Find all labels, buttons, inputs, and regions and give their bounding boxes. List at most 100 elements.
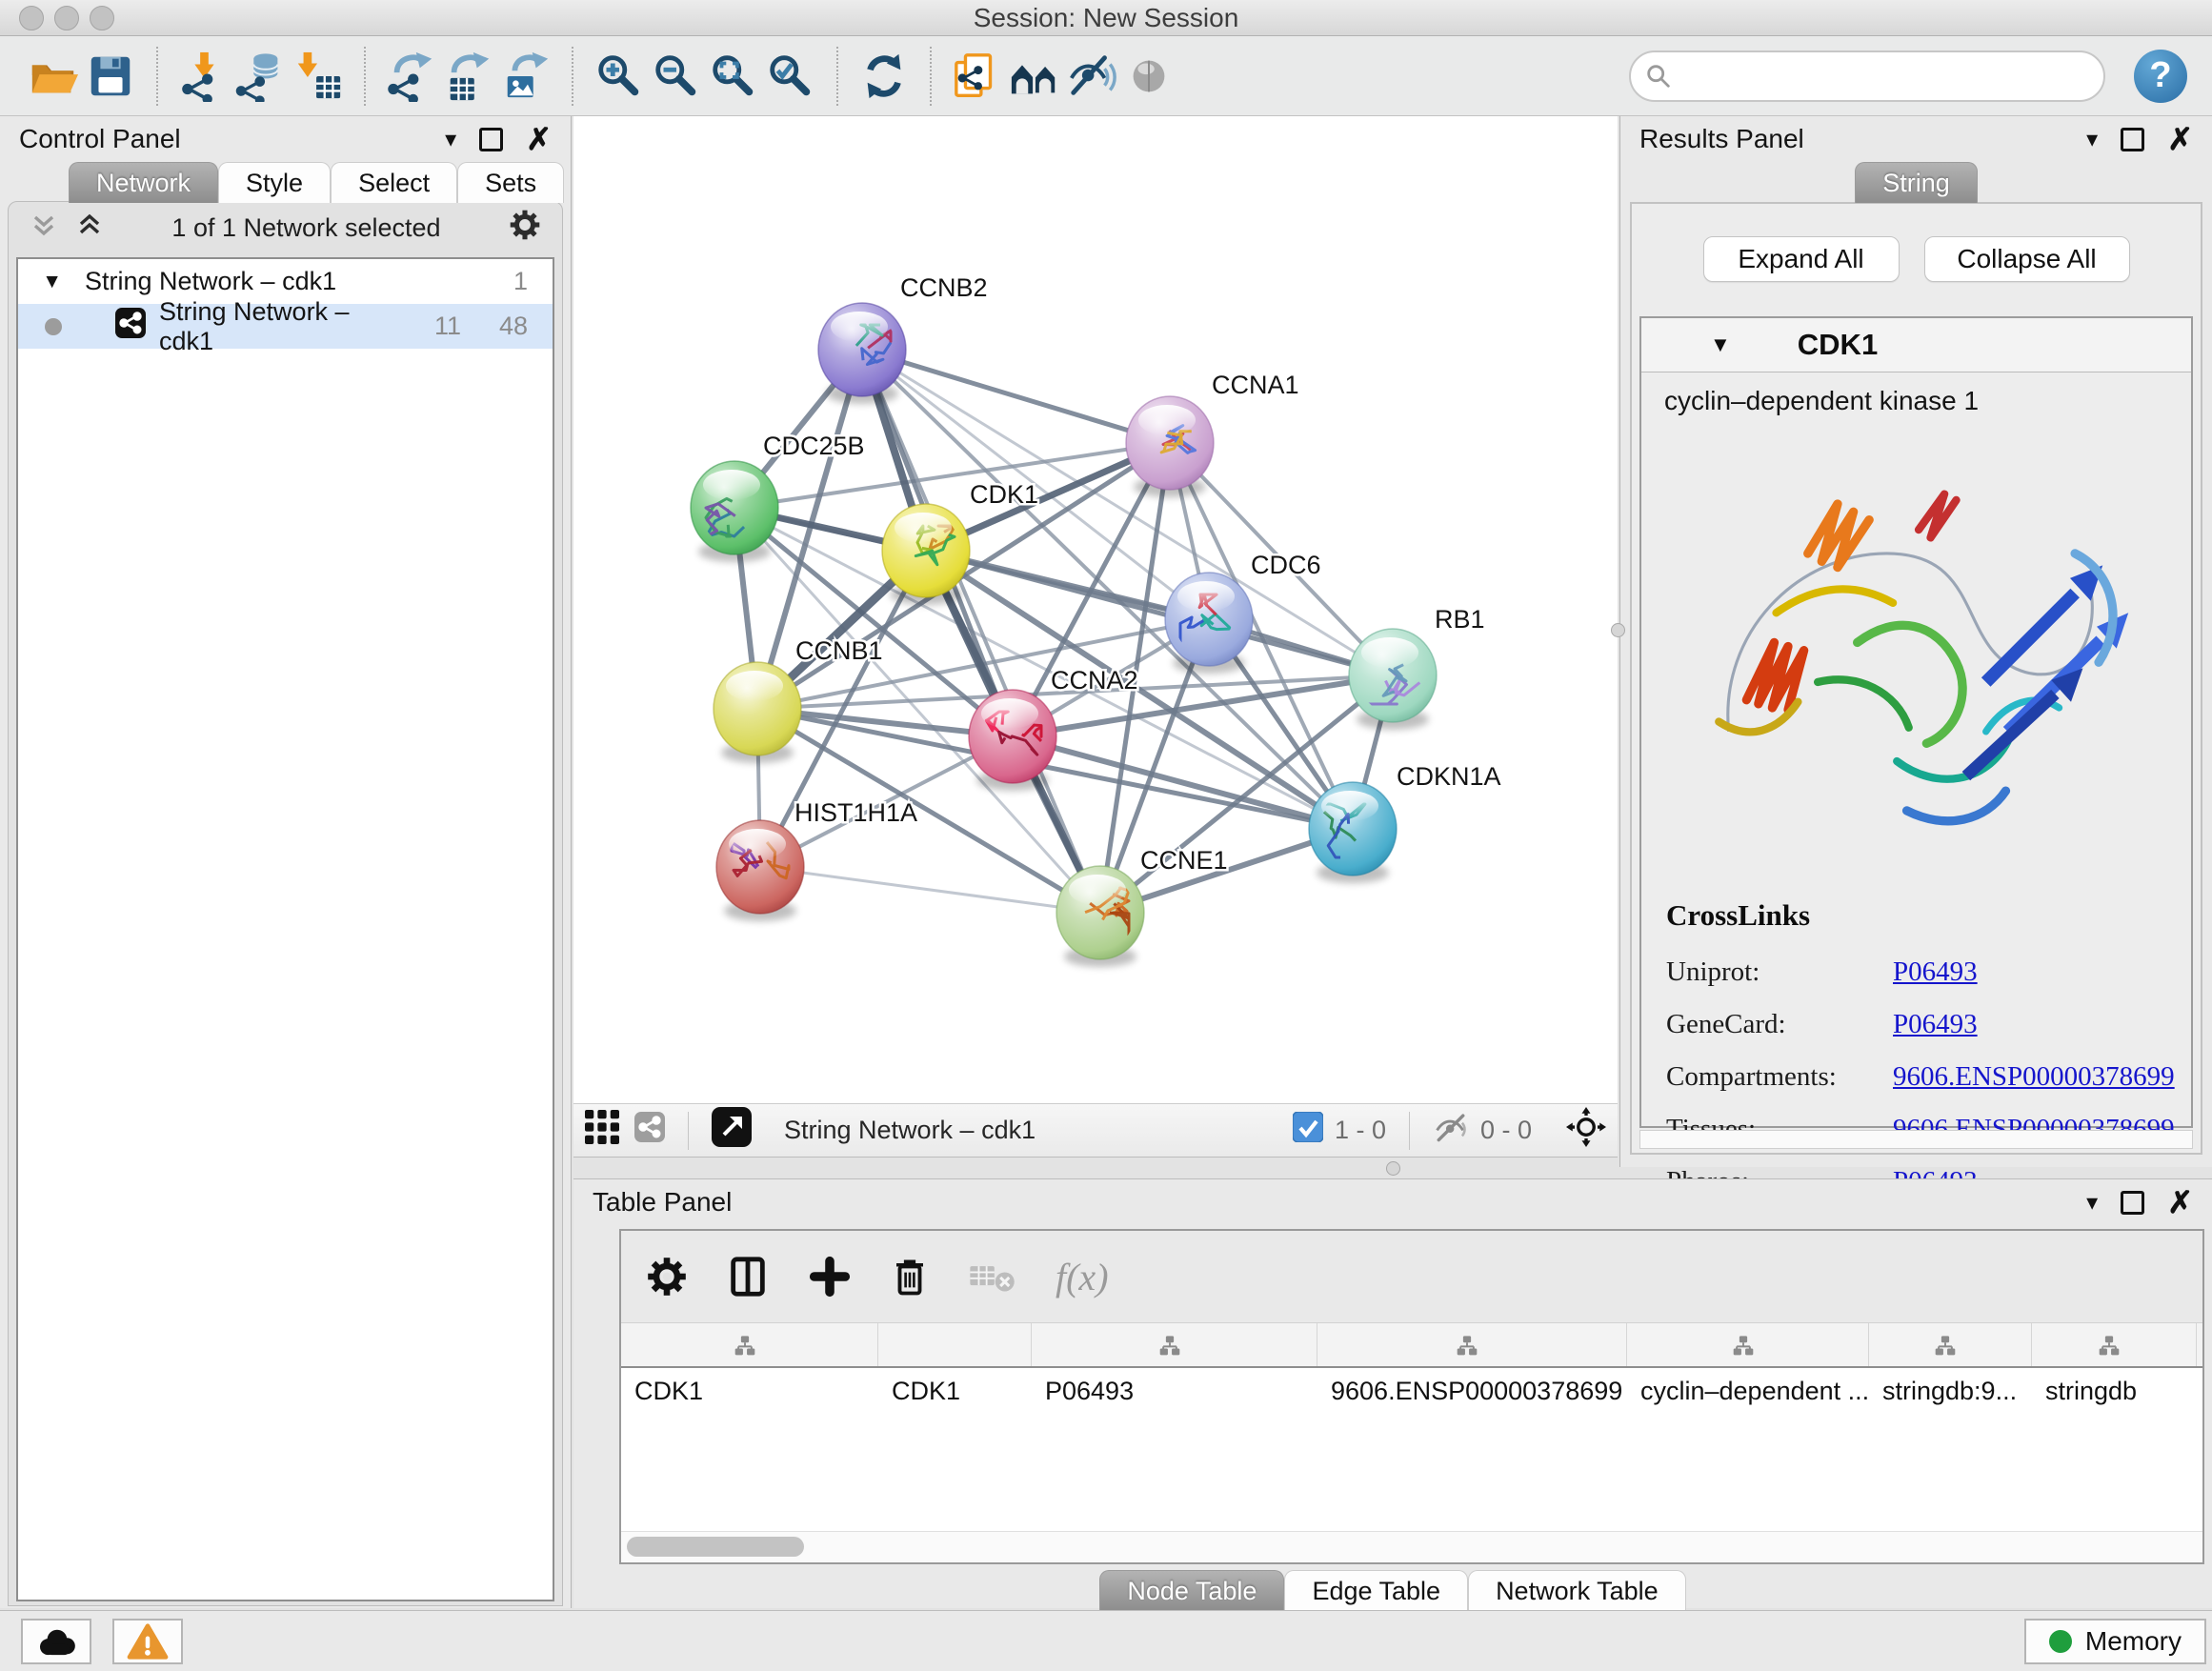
- float-results-icon[interactable]: ▾: [2086, 126, 2098, 153]
- close-table-panel-icon[interactable]: ✗: [2167, 1187, 2193, 1218]
- column-header-namespace[interactable]: [2032, 1323, 2197, 1366]
- float-panel-icon[interactable]: ▾: [445, 126, 456, 153]
- delete-column-icon[interactable]: [890, 1254, 930, 1299]
- window-controls: [19, 6, 114, 30]
- table-cell[interactable]: P06493: [1032, 1377, 1317, 1406]
- cloud-status-button[interactable]: [21, 1619, 91, 1664]
- minimize-window-button[interactable]: [54, 6, 79, 30]
- tab-string[interactable]: String: [1855, 162, 1978, 203]
- crosslink-value-link[interactable]: 9606.ENSP00000378699: [1893, 1061, 2175, 1093]
- close-results-icon[interactable]: ✗: [2167, 124, 2193, 154]
- expand-all-button[interactable]: Expand All: [1703, 236, 1900, 282]
- results-panel-title: Results Panel: [1639, 124, 1804, 154]
- add-column-icon[interactable]: [808, 1255, 852, 1299]
- help-button[interactable]: ?: [2134, 50, 2187, 103]
- zoom-window-button[interactable]: [90, 6, 114, 30]
- table-horizontal-scrollbar[interactable]: [621, 1531, 2202, 1562]
- table-row[interactable]: CDK1CDK1P064939606.ENSP00000378699cyclin…: [621, 1368, 2202, 1414]
- tab-edge-table[interactable]: Edge Table: [1284, 1570, 1468, 1611]
- import-network-from-file-button[interactable]: [175, 47, 232, 106]
- export-image-button[interactable]: [497, 47, 554, 106]
- tab-select[interactable]: Select: [331, 162, 457, 203]
- network-node-ccnb2[interactable]: CCNB2: [818, 273, 988, 404]
- vertical-splitter-handle[interactable]: [1611, 623, 1625, 637]
- maximize-results-icon[interactable]: [2121, 128, 2144, 151]
- export-table-button[interactable]: [440, 47, 497, 106]
- network-view-canvas[interactable]: CCNB2 CCNA1 CDC25B CDK1 CDC6: [573, 116, 1618, 1103]
- table-cell[interactable]: CDK1: [878, 1377, 1032, 1406]
- horizontal-splitter-handle[interactable]: [1386, 1161, 1400, 1176]
- network-node-ccne1[interactable]: CCNE1: [1056, 846, 1228, 967]
- network-row[interactable]: String Network – cdk1 11 48: [18, 304, 553, 349]
- hidden-eye-icon[interactable]: [1433, 1111, 1469, 1150]
- save-session-button[interactable]: [82, 47, 139, 106]
- zoom-out-button[interactable]: [648, 47, 705, 106]
- import-network-from-database-button[interactable]: [232, 47, 290, 106]
- import-table-from-file-button[interactable]: [290, 47, 347, 106]
- table-cell[interactable]: 9606.ENSP00000378699: [1317, 1377, 1627, 1406]
- table-cell[interactable]: stringdb: [2032, 1377, 2197, 1406]
- close-panel-icon[interactable]: ✗: [526, 124, 552, 154]
- zoom-fit-button[interactable]: [705, 47, 762, 106]
- tab-network-table[interactable]: Network Table: [1468, 1570, 1686, 1611]
- network-edge[interactable]: [760, 867, 1100, 913]
- network-node-ccna1[interactable]: CCNA1: [1126, 371, 1299, 497]
- column-header-shared-name[interactable]: [621, 1323, 878, 1366]
- zoom-in-button[interactable]: [591, 47, 648, 106]
- network-node-rb1[interactable]: RB1: [1349, 605, 1485, 730]
- results-scroll-strip[interactable]: [1639, 1130, 2193, 1149]
- open-in-window-icon[interactable]: [712, 1107, 752, 1154]
- tree-expander-icon[interactable]: ▼: [18, 271, 62, 293]
- first-neighbors-button[interactable]: [1006, 47, 1063, 106]
- tab-network[interactable]: Network: [69, 162, 218, 203]
- control-panel: Control Panel ▾ ✗ NetworkStyleSelectSets…: [0, 116, 572, 1608]
- warning-status-button[interactable]: [112, 1619, 183, 1664]
- tab-style[interactable]: Style: [218, 162, 331, 203]
- network-overview-icon[interactable]: [634, 1112, 665, 1149]
- tab-node-table[interactable]: Node Table: [1099, 1570, 1284, 1611]
- search-input[interactable]: [1682, 60, 2090, 91]
- export-network-button[interactable]: [383, 47, 440, 106]
- network-node-cdkn1a[interactable]: CDKN1A: [1309, 762, 1501, 883]
- table-cell[interactable]: CDK1: [621, 1377, 878, 1406]
- column-header-canonical-name[interactable]: [1032, 1323, 1317, 1366]
- network-options-gear-icon[interactable]: [509, 209, 541, 248]
- column-header--id[interactable]: [1869, 1323, 2032, 1366]
- hide-selected-button[interactable]: [1063, 47, 1120, 106]
- scrollbar-thumb[interactable]: [627, 1537, 804, 1557]
- network-edge[interactable]: [862, 350, 1100, 913]
- zoom-selected-button[interactable]: [762, 47, 819, 106]
- float-table-panel-icon[interactable]: ▾: [2086, 1189, 2098, 1217]
- maximize-panel-icon[interactable]: [479, 128, 503, 151]
- expand-all-networks-icon[interactable]: [75, 211, 104, 246]
- network-from-document-button[interactable]: [949, 47, 1006, 106]
- open-session-button[interactable]: [25, 47, 82, 106]
- network-node-cdc6[interactable]: CDC6: [1165, 551, 1321, 674]
- gene-collapse-icon[interactable]: ▼: [1710, 332, 1731, 357]
- collapse-all-networks-icon[interactable]: [30, 211, 58, 246]
- column-header-database-identifier[interactable]: [1317, 1323, 1627, 1366]
- selected-nodes-checkbox[interactable]: [1293, 1112, 1323, 1149]
- tab-sets[interactable]: Sets: [457, 162, 564, 203]
- column-header-name[interactable]: [878, 1323, 1032, 1366]
- close-window-button[interactable]: [19, 6, 44, 30]
- grid-view-icon[interactable]: [585, 1110, 619, 1151]
- memory-button[interactable]: Memory: [2024, 1619, 2206, 1664]
- search-box[interactable]: [1629, 50, 2105, 102]
- column-header-description[interactable]: [1627, 1323, 1869, 1366]
- split-table-icon[interactable]: [726, 1255, 770, 1299]
- table-cell[interactable]: stringdb:9...: [1869, 1377, 2032, 1406]
- table-options-gear-icon[interactable]: [646, 1256, 688, 1298]
- crosslink-value-link[interactable]: P06493: [1893, 956, 1978, 988]
- network-node-hist1h1a[interactable]: HIST1H1A: [716, 798, 917, 921]
- export-table-icon: [443, 50, 494, 102]
- table-cell[interactable]: cyclin–dependent ...: [1627, 1377, 1869, 1406]
- crosslink-value-link[interactable]: P06493: [1893, 1009, 1978, 1040]
- show-hidden-button[interactable]: [1120, 47, 1177, 106]
- collapse-all-button[interactable]: Collapse All: [1924, 236, 2130, 282]
- toolbar-separator: [930, 47, 932, 106]
- refresh-network-button[interactable]: [855, 47, 913, 106]
- fit-content-crosshair-icon[interactable]: [1566, 1107, 1606, 1154]
- network-node-ccnb1[interactable]: CCNB1: [714, 636, 883, 763]
- maximize-table-panel-icon[interactable]: [2121, 1191, 2144, 1215]
